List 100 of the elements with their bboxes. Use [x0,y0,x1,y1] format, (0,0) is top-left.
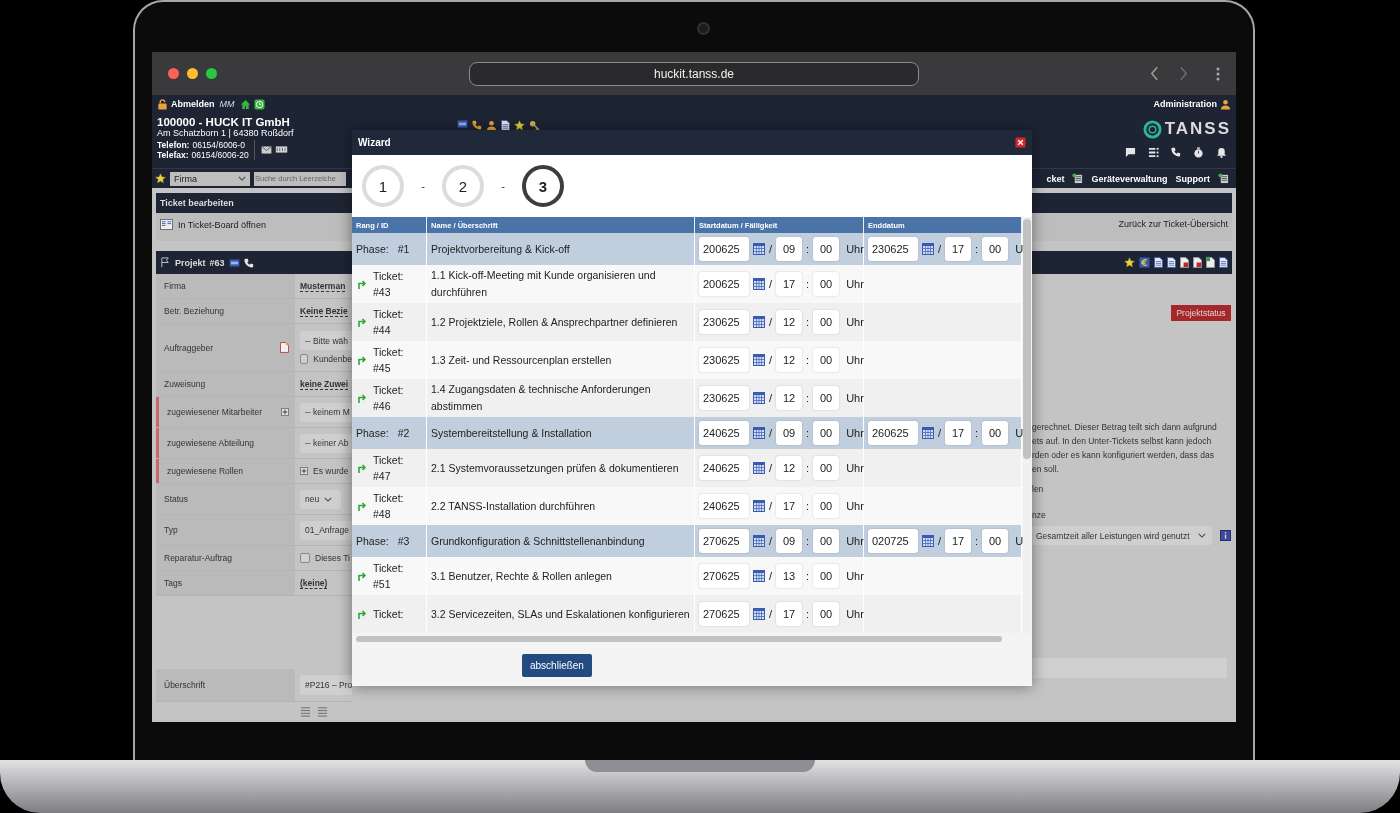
minute-field[interactable]: 00 [813,421,840,445]
date-field[interactable]: 230625 [868,237,918,261]
dropdown[interactable]: -- Bitte wäh [300,331,352,350]
minute-field[interactable]: 00 [813,310,840,334]
hour-field[interactable]: 17 [945,421,972,445]
input-field[interactable] [1032,658,1227,678]
close-icon[interactable] [1015,137,1026,148]
logout-link[interactable]: Abmelden [171,99,215,109]
date-field[interactable]: 200625 [699,237,749,261]
minute-field[interactable]: 00 [813,272,840,296]
back-icon[interactable] [1150,66,1159,81]
nav-link[interactable]: Geräteverwaltung [1091,173,1168,184]
date-field[interactable]: 200625 [699,272,749,296]
minute-field[interactable]: 00 [813,564,840,588]
clock-icon[interactable] [253,98,265,110]
minute-field[interactable]: 00 [813,456,840,480]
board-link[interactable]: In Ticket-Board öffnen [178,219,266,230]
date-field[interactable]: 230625 [699,310,749,334]
scrollbar-thumb[interactable] [1023,219,1031,459]
envelope-icon[interactable] [260,146,272,154]
text-format-icon[interactable] [317,706,328,717]
minute-field[interactable]: 00 [982,421,1009,445]
hour-field[interactable]: 12 [776,386,803,410]
dropdown[interactable]: -- keinem M [300,402,352,422]
dropdown[interactable]: -- keiner Ab [300,433,352,453]
info-icon[interactable] [1219,530,1231,541]
scrollbar[interactable] [1023,217,1031,635]
minute-field[interactable]: 00 [982,237,1009,261]
finish-button[interactable]: abschließen [522,654,592,677]
nav-link[interactable]: cket [1046,173,1065,184]
hour-field[interactable]: 17 [945,529,972,553]
minute-field[interactable]: 00 [813,386,840,410]
calendar-icon[interactable] [753,535,765,547]
date-field[interactable]: 020725 [868,529,918,553]
minimize-button[interactable] [187,68,198,79]
back-link[interactable]: Zurück zur Ticket-Übersicht [1118,219,1228,229]
star-icon[interactable] [1124,257,1135,268]
hour-field[interactable]: 09 [776,237,803,261]
calendar-icon[interactable] [753,243,765,255]
billing-dropdown[interactable]: Gesamtzeit aller Leistungen wird genutzt [1032,526,1212,545]
document-icon[interactable] [1206,257,1215,268]
minute-field[interactable]: 00 [813,529,840,553]
value-link[interactable]: Keine Bezie [300,305,348,317]
scope-dropdown[interactable]: Firma [170,171,250,186]
plus-icon[interactable] [300,467,308,475]
card-icon[interactable] [457,120,468,128]
title-field[interactable]: #P216 – Pro [300,675,352,695]
hour-field[interactable]: 17 [945,237,972,261]
calendar-icon[interactable] [922,427,934,439]
stopwatch-icon[interactable] [1193,147,1204,158]
address-bar[interactable]: huckit.tanss.de [469,61,919,86]
calendar-icon[interactable] [753,316,765,328]
hour-field[interactable]: 13 [776,564,803,588]
document-icon[interactable] [1154,257,1163,268]
hour-field[interactable]: 17 [776,272,803,296]
date-field[interactable]: 240625 [699,456,749,480]
minute-field[interactable]: 00 [982,529,1009,553]
document-icon[interactable] [501,120,510,131]
hour-field[interactable]: 09 [776,421,803,445]
minute-field[interactable]: 00 [813,494,840,518]
calendar-icon[interactable] [753,354,765,366]
phone-icon[interactable] [1171,147,1181,157]
calendar-icon[interactable] [753,427,765,439]
calendar-icon[interactable] [753,462,765,474]
chat-icon[interactable] [1125,147,1136,158]
step-indicator[interactable]: 3 [522,165,564,207]
calendar-icon[interactable] [753,500,765,512]
bell-icon[interactable] [1216,147,1227,158]
fax-icon[interactable] [274,146,288,153]
date-field[interactable]: 240625 [699,494,749,518]
calendar-icon[interactable] [753,608,765,620]
star-icon[interactable] [514,120,525,131]
minute-field[interactable]: 00 [813,237,840,261]
nav-link[interactable]: Support [1175,173,1210,184]
close-button[interactable] [168,68,179,79]
list-icon[interactable] [1072,173,1084,184]
document-icon[interactable] [1219,257,1228,268]
board-icon[interactable] [160,219,173,230]
step-indicator[interactable]: 1 [362,165,404,207]
document-icon[interactable] [1180,257,1189,268]
document-icon[interactable] [1167,257,1176,268]
document-icon[interactable] [1193,257,1202,268]
star-icon[interactable] [155,173,166,184]
list-icon[interactable] [1148,147,1159,158]
person-icon[interactable] [486,120,497,131]
calendar-icon[interactable] [922,535,934,547]
euro-icon[interactable] [1139,257,1150,268]
scrollbar-thumb[interactable] [356,636,1002,642]
hour-field[interactable]: 17 [776,494,803,518]
hour-field[interactable]: 12 [776,310,803,334]
checkbox[interactable] [300,553,310,563]
card-icon[interactable] [228,258,240,267]
step-indicator[interactable]: 2 [442,165,484,207]
hour-field[interactable]: 12 [776,456,803,480]
checkbox[interactable] [300,354,309,364]
date-field[interactable]: 270625 [699,529,749,553]
plus-icon[interactable] [281,408,289,416]
phone-icon[interactable] [243,257,254,268]
hour-field[interactable]: 12 [776,348,803,372]
maximize-button[interactable] [206,68,217,79]
